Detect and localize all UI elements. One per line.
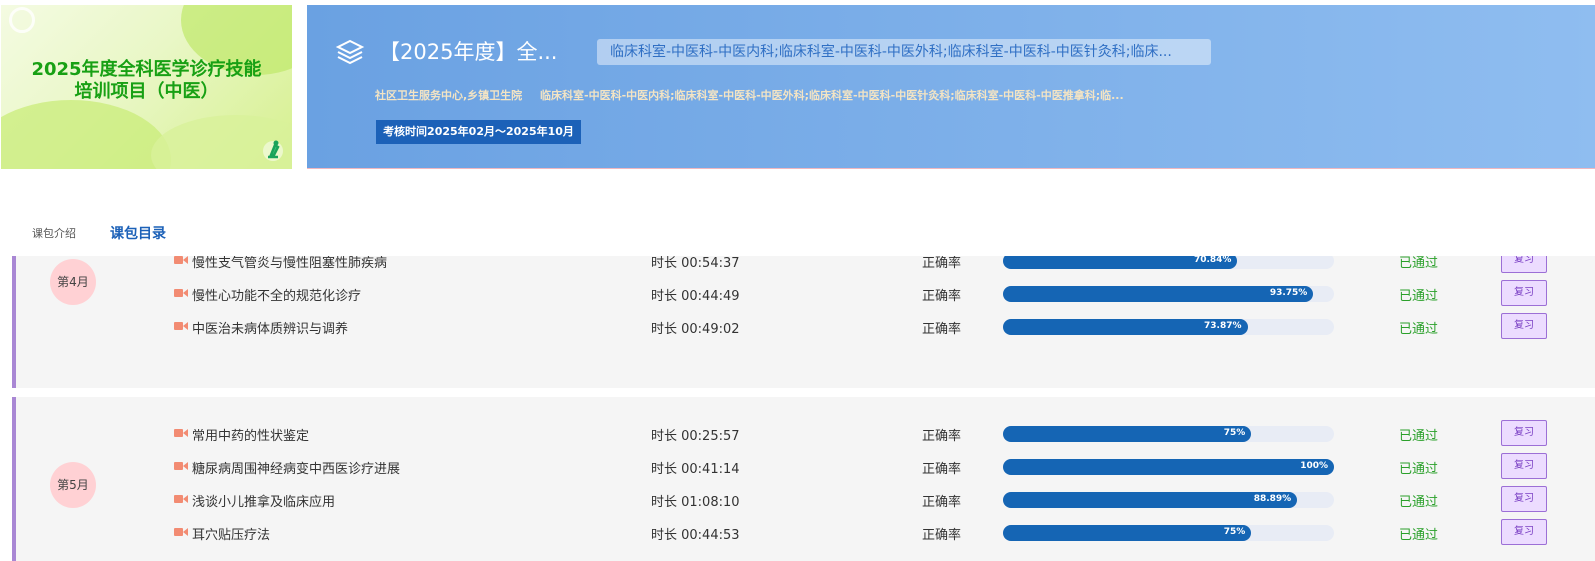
video-camera-icon — [174, 256, 188, 264]
month-section: 第5月 常用中药的性状鉴定 时长 00:25:57 正确率 75% 已通过 复习 糖尿病周围神… — [12, 397, 1595, 561]
lesson-title[interactable]: 耳穴贴压疗法 — [192, 524, 270, 543]
video-camera-icon — [174, 289, 188, 297]
review-button[interactable]: 复习 — [1501, 519, 1547, 545]
lesson-duration: 时长 00:54:37 — [651, 256, 740, 271]
accuracy-progress-fill: 93.75% — [1003, 286, 1314, 302]
lesson-title[interactable]: 浅谈小儿推拿及临床应用 — [192, 491, 335, 510]
video-camera-icon — [174, 495, 188, 503]
package-cover-image: 2025年度全科医学诊疗技能 培训项目（中医） — [1, 5, 292, 169]
decorative-ring — [9, 7, 35, 33]
lesson-title[interactable]: 常用中药的性状鉴定 — [192, 425, 309, 444]
review-button[interactable]: 复习 — [1501, 256, 1547, 273]
accuracy-label: 正确率 — [922, 528, 962, 543]
lesson-row: 浅谈小儿推拿及临床应用 时长 01:08:10 正确率 88.89% 已通过 复习 — [16, 486, 1595, 514]
lesson-title[interactable]: 糖尿病周围神经病变中西医诊疗进展 — [192, 458, 400, 477]
accuracy-progress-fill: 73.87% — [1003, 319, 1248, 335]
lesson-row: 慢性心功能不全的规范化诊疗 时长 00:44:49 正确率 93.75% 已通过 复习 — [16, 280, 1595, 308]
accuracy-value: 75% — [1223, 428, 1246, 438]
accuracy-progress-fill: 100% — [1003, 459, 1334, 475]
video-camera-icon — [174, 322, 188, 330]
tab-catalog[interactable]: 课包目录 — [110, 223, 166, 243]
department-list: 临床科室-中医科-中医内科;临床科室-中医科-中医外科;临床科室-中医科-中医针… — [540, 89, 1124, 102]
month-section: 第4月 慢性支气管炎与慢性阻塞性肺疾病 时长 00:54:37 正确率 70.84% 已通… — [12, 256, 1595, 388]
cover-title: 2025年度全科医学诊疗技能 培训项目（中医） — [1, 59, 292, 103]
pass-status: 已通过 — [1399, 462, 1439, 477]
accuracy-progress-fill: 70.84% — [1003, 256, 1238, 269]
accuracy-label: 正确率 — [922, 322, 962, 337]
lesson-duration: 时长 01:08:10 — [651, 495, 740, 510]
lesson-row: 慢性支气管炎与慢性阻塞性肺疾病 时长 00:54:37 正确率 70.84% 已通过 复习 — [16, 256, 1595, 275]
pass-status: 已通过 — [1399, 322, 1439, 337]
accuracy-progress-fill: 75% — [1003, 525, 1252, 541]
lesson-duration: 时长 00:44:49 — [651, 289, 740, 304]
lesson-catalog: 第4月 慢性支气管炎与慢性阻塞性肺疾病 时长 00:54:37 正确率 70.84% 已通… — [0, 256, 1595, 561]
accuracy-label: 正确率 — [922, 289, 962, 304]
accuracy-progress-fill: 88.89% — [1003, 492, 1298, 508]
package-title: 【2025年度】全... — [379, 40, 558, 64]
accuracy-label: 正确率 — [922, 256, 962, 271]
lesson-title[interactable]: 慢性心功能不全的规范化诊疗 — [192, 285, 361, 304]
video-camera-icon — [174, 462, 188, 470]
accuracy-value: 70.84% — [1193, 256, 1232, 265]
lesson-row: 中医治未病体质辨识与调养 时长 00:49:02 正确率 73.87% 已通过 复习 — [16, 313, 1595, 341]
pass-status: 已通过 — [1399, 528, 1439, 543]
accuracy-value: 75% — [1223, 527, 1246, 537]
accuracy-progress-bar: 100% — [1003, 459, 1334, 475]
lesson-duration: 时长 00:49:02 — [651, 322, 740, 337]
lesson-row: 糖尿病周围神经病变中西医诊疗进展 时长 00:41:14 正确率 100% 已通过 复习 — [16, 453, 1595, 481]
accuracy-progress-bar: 75% — [1003, 525, 1334, 541]
package-header: 2025年度全科医学诊疗技能 培训项目（中医） 【2025年度】全... 临床科… — [0, 5, 1595, 169]
accuracy-progress-bar: 93.75% — [1003, 286, 1334, 302]
lesson-duration: 时长 00:25:57 — [651, 429, 740, 444]
accuracy-progress-bar: 88.89% — [1003, 492, 1334, 508]
accuracy-value: 93.75% — [1269, 288, 1308, 298]
video-camera-icon — [174, 429, 188, 437]
accuracy-value: 73.87% — [1204, 321, 1242, 331]
microscope-logo-icon — [263, 140, 283, 161]
lesson-duration: 时长 00:41:14 — [651, 462, 740, 477]
lesson-title[interactable]: 慢性支气管炎与慢性阻塞性肺疾病 — [192, 256, 387, 271]
pass-status: 已通过 — [1399, 256, 1439, 271]
lesson-title[interactable]: 中医治未病体质辨识与调养 — [192, 318, 348, 337]
department-chip: 临床科室-中医科-中医内科;临床科室-中医科-中医外科;临床科室-中医科-中医针… — [597, 39, 1211, 65]
review-button[interactable]: 复习 — [1501, 453, 1547, 479]
pass-status: 已通过 — [1399, 495, 1439, 510]
pass-status: 已通过 — [1399, 289, 1439, 304]
accuracy-label: 正确率 — [922, 495, 962, 510]
institution-types: 社区卫生服务中心,乡镇卫生院 — [375, 89, 523, 102]
layers-icon — [335, 39, 365, 65]
accuracy-progress-fill: 75% — [1003, 426, 1252, 442]
cover-title-line1: 2025年度全科医学诊疗技能 — [31, 59, 262, 80]
lesson-row: 常用中药的性状鉴定 时长 00:25:57 正确率 75% 已通过 复习 — [16, 420, 1595, 448]
accuracy-progress-bar: 73.87% — [1003, 319, 1334, 335]
review-button[interactable]: 复习 — [1501, 313, 1547, 339]
accuracy-label: 正确率 — [922, 462, 962, 477]
pass-status: 已通过 — [1399, 429, 1439, 444]
exam-time-badge: 考核时间2025年02月～2025年10月 — [376, 120, 581, 144]
tab-intro[interactable]: 课包介绍 — [32, 225, 76, 241]
lesson-row: 耳穴贴压疗法 时长 00:44:53 正确率 75% 已通过 复习 — [16, 519, 1595, 547]
package-tabs: 课包介绍 课包目录 — [0, 215, 1595, 251]
package-banner: 【2025年度】全... 临床科室-中医科-中医内科;临床科室-中医科-中医外科… — [307, 5, 1595, 169]
accuracy-label: 正确率 — [922, 429, 962, 444]
lesson-duration: 时长 00:44:53 — [651, 528, 740, 543]
accuracy-value: 100% — [1300, 461, 1328, 471]
accuracy-progress-bar: 70.84% — [1003, 256, 1334, 269]
review-button[interactable]: 复习 — [1501, 280, 1547, 306]
review-button[interactable]: 复习 — [1501, 420, 1547, 446]
accuracy-progress-bar: 75% — [1003, 426, 1334, 442]
accuracy-value: 88.89% — [1253, 494, 1292, 504]
video-camera-icon — [174, 528, 188, 536]
review-button[interactable]: 复习 — [1501, 486, 1547, 512]
cover-title-line2: 培训项目（中医） — [74, 81, 219, 102]
